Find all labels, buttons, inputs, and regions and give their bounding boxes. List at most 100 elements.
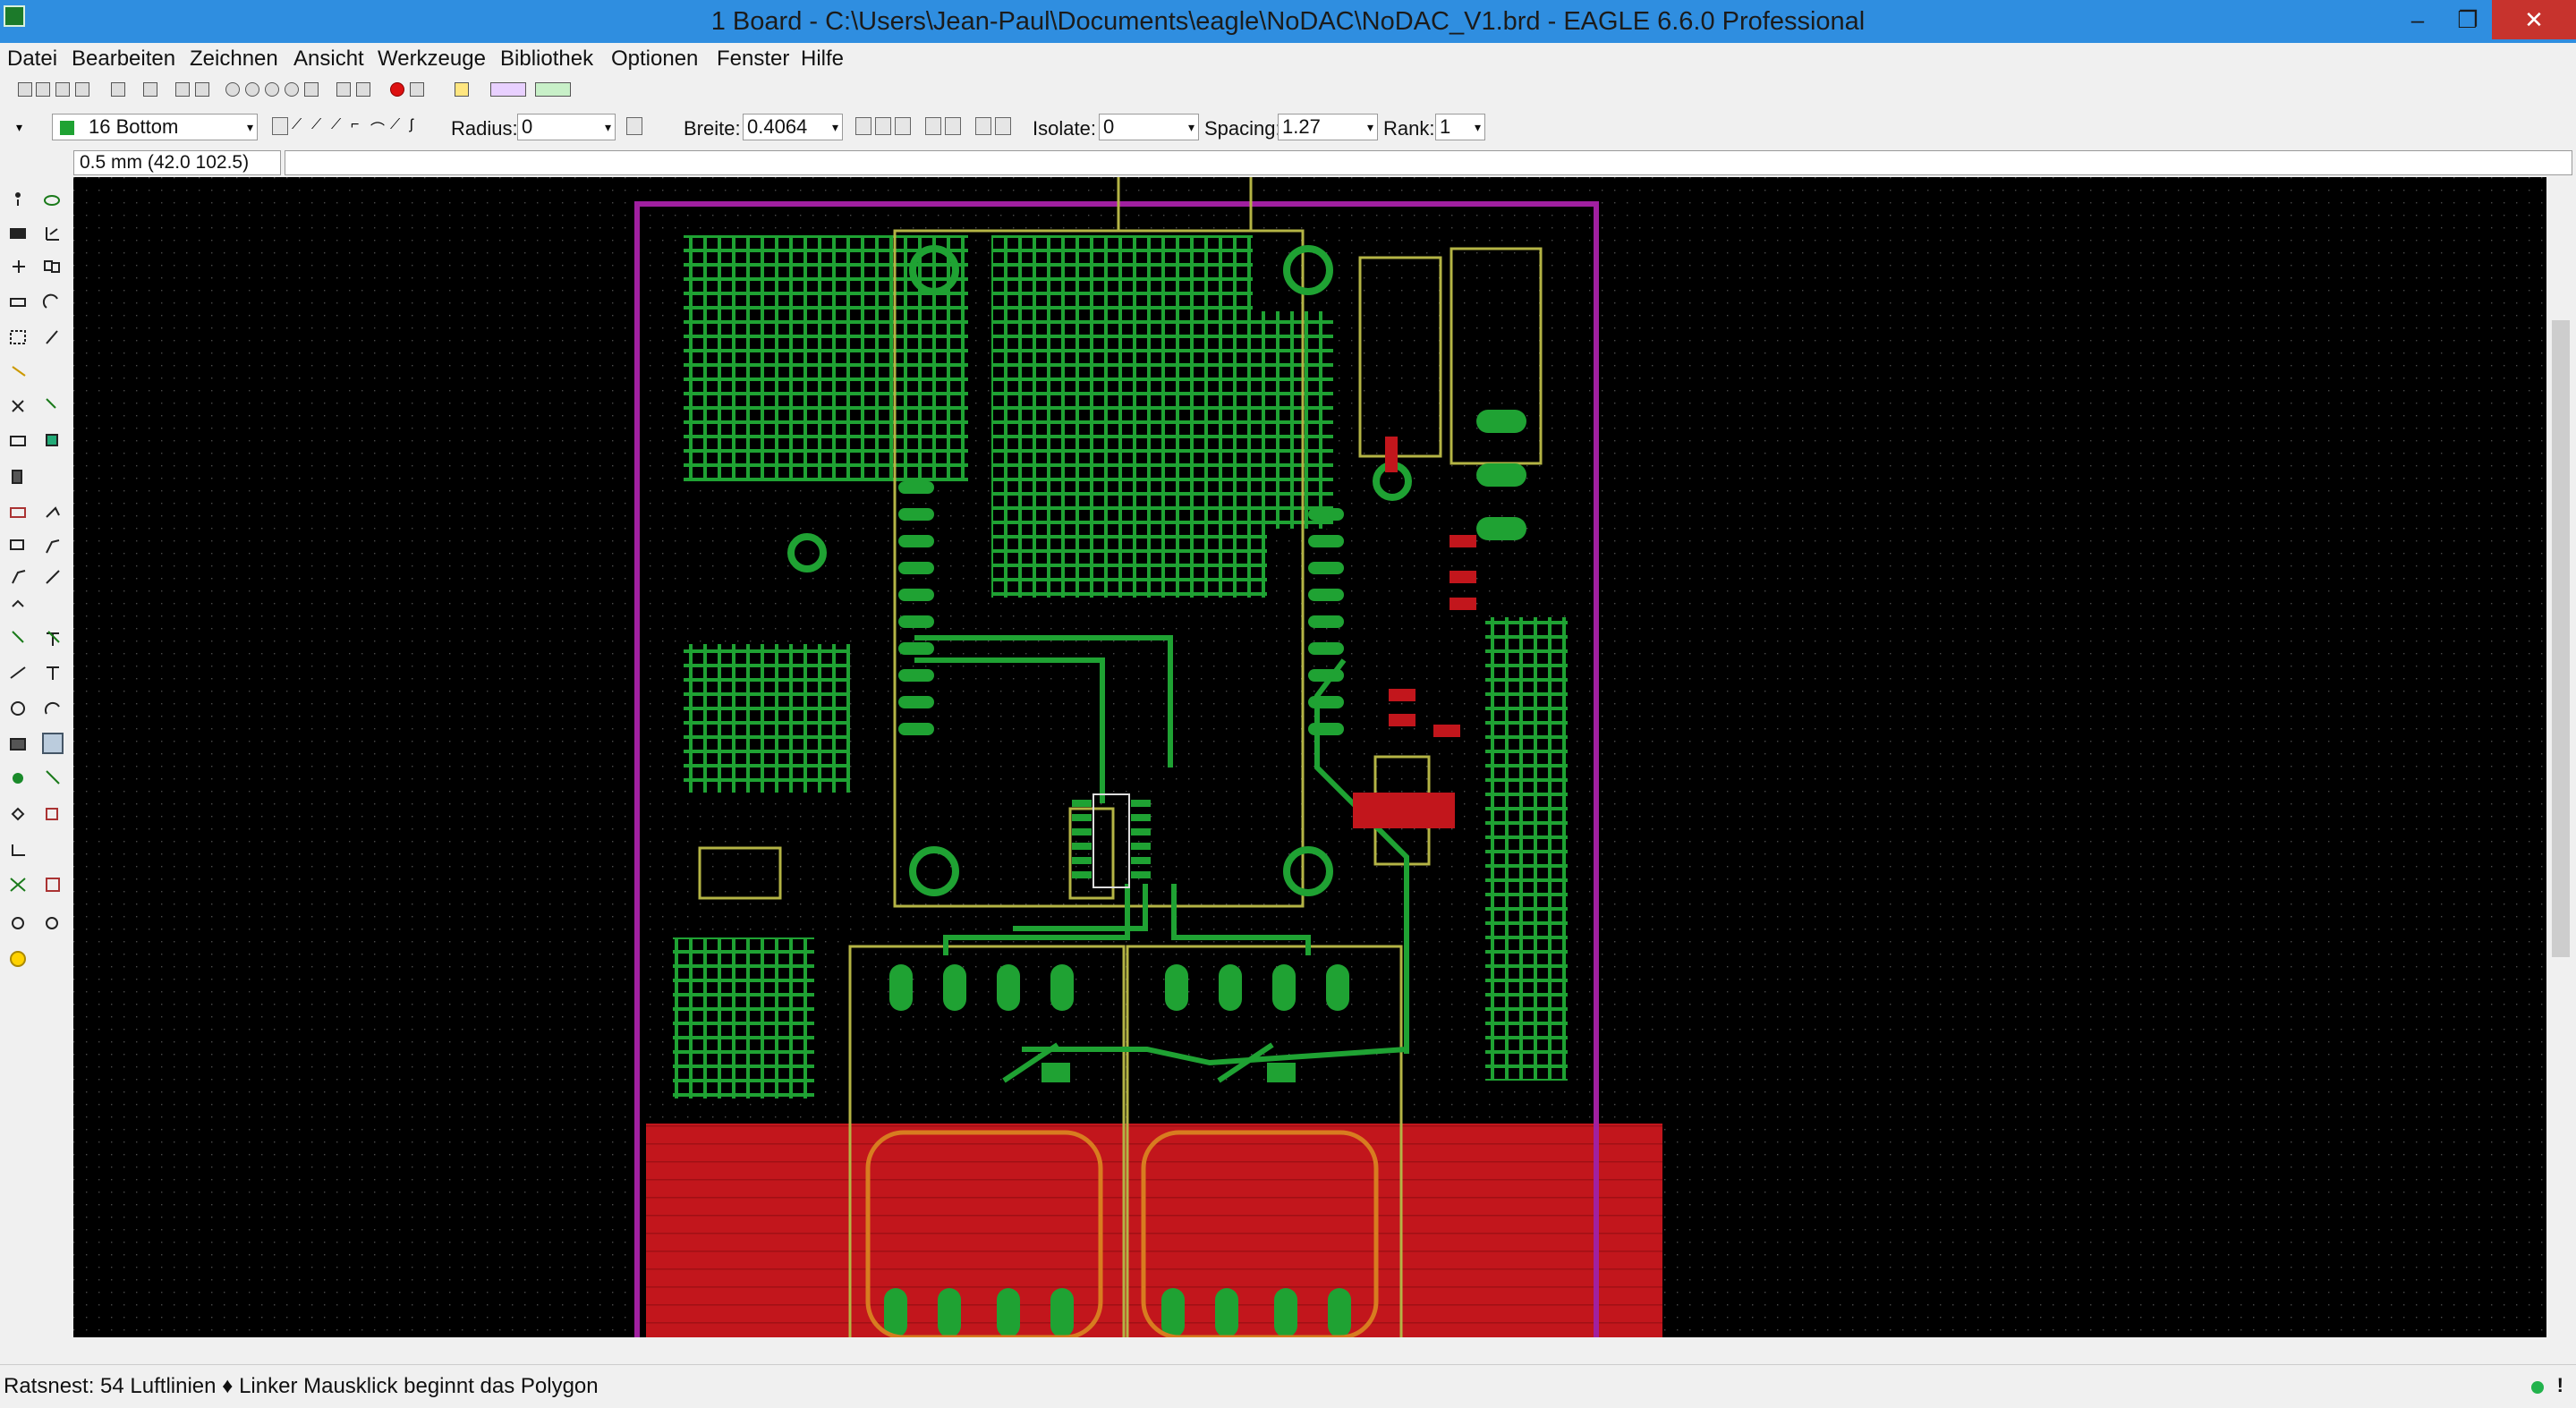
menu-bearbeiten[interactable]: Bearbeiten	[72, 47, 175, 72]
design-link-icon[interactable]	[490, 82, 526, 97]
script-icon[interactable]	[111, 82, 125, 97]
close-button[interactable]: ✕	[2492, 0, 2576, 39]
tool-palette-icons	[10, 192, 64, 967]
signal-icon	[46, 770, 60, 785]
go-icon[interactable]	[410, 82, 424, 97]
save-icon[interactable]	[36, 82, 50, 97]
miter-icon	[46, 539, 60, 554]
minimize-button[interactable]: –	[2389, 0, 2446, 39]
spacing-label: Spacing:	[1204, 117, 1281, 140]
name-icon	[12, 470, 22, 484]
width-label: Breite:	[684, 117, 741, 140]
menu-werkzeuge[interactable]: Werkzeuge	[378, 47, 486, 72]
open-icon[interactable]	[18, 82, 32, 97]
drc-icon	[46, 917, 58, 929]
chevron-down-icon: ▾	[246, 120, 253, 134]
isolate-label: Isolate:	[1033, 117, 1096, 140]
info-icon	[15, 192, 21, 206]
arc-icon	[44, 701, 60, 715]
help-icon[interactable]	[455, 82, 469, 97]
bend-style-4-icon[interactable]: ⌐	[351, 117, 367, 135]
display-icon	[10, 228, 26, 239]
print-icon[interactable]	[55, 82, 70, 97]
board-canvas[interactable]	[73, 177, 2546, 1337]
zoom-redraw-icon[interactable]	[285, 82, 299, 97]
bottom-copper-pour[interactable]	[646, 1124, 1662, 1337]
bend-style-0-icon[interactable]	[272, 117, 288, 135]
vertical-scrollbar[interactable]	[2546, 177, 2576, 1337]
route-icon	[46, 570, 60, 584]
chevron-down-icon: ▾	[1474, 120, 1481, 134]
pour-hatch-icon[interactable]	[875, 117, 891, 135]
menu-zeichnen[interactable]: Zeichnen	[190, 47, 278, 72]
rank-combo[interactable]: 1 ▾	[1435, 114, 1485, 140]
layer-select[interactable]: 16 Bottom ▾	[52, 114, 258, 140]
bend-style-5-icon[interactable]: ⌒	[370, 117, 387, 138]
delete-icon	[12, 400, 24, 412]
layer-select-value: 16 Bottom	[89, 115, 179, 138]
bend-style-2-icon[interactable]: ⟋	[311, 117, 327, 135]
menu-fenster[interactable]: Fenster	[717, 47, 789, 72]
bend-style-6-icon[interactable]: ⟋	[390, 117, 406, 135]
errors-icon	[10, 951, 26, 967]
ratsnest-icon	[10, 878, 26, 892]
orphans-off-icon[interactable]	[945, 117, 961, 135]
attribute-icon	[46, 808, 58, 820]
menu-hilfe[interactable]: Hilfe	[801, 47, 844, 72]
rect-icon	[10, 738, 26, 751]
bend-style-1-icon[interactable]: ⟋	[292, 117, 308, 135]
miter-round-icon[interactable]	[626, 117, 642, 135]
bend-style-7-icon[interactable]: ʃ	[410, 117, 426, 135]
circle-icon	[11, 701, 25, 716]
maximize-button[interactable]: ❐	[2439, 0, 2496, 39]
status-message: Ratsnest: 54 Luftlinien ♦ Linker Mauskli…	[4, 1374, 599, 1398]
autorouter-icon	[46, 878, 60, 892]
bend-style-3-icon[interactable]: ⟋	[331, 117, 347, 135]
isolate-combo[interactable]: 0 ▾	[1099, 114, 1199, 140]
command-bar: 0.5 mm (42.0 102.5)	[0, 148, 2576, 177]
stop-icon[interactable]	[390, 82, 404, 97]
width-combo[interactable]: 0.4064 ▾	[743, 114, 843, 140]
menu-ansicht[interactable]: Ansicht	[293, 47, 364, 72]
cam-icon[interactable]	[75, 82, 89, 97]
zoom-select-icon[interactable]	[304, 82, 319, 97]
spacing-combo-value: 1.27	[1282, 115, 1321, 138]
rank-label: Rank:	[1383, 117, 1435, 140]
chevron-down-icon: ▾	[1187, 120, 1194, 134]
element14-icon[interactable]	[535, 82, 571, 97]
redo-icon[interactable]	[356, 82, 370, 97]
dropdown-arrow-icon[interactable]: ▾	[16, 120, 30, 134]
pour-cutout-icon[interactable]	[895, 117, 911, 135]
ulp-icon[interactable]	[143, 82, 157, 97]
t-text-icon	[47, 666, 59, 680]
menu-datei[interactable]: Datei	[7, 47, 57, 72]
undo-icon[interactable]	[336, 82, 351, 97]
vertical-scroll-thumb[interactable]	[2552, 320, 2570, 957]
status-indicator[interactable]: !	[2557, 1374, 2563, 1397]
pcb-drawing[interactable]	[73, 177, 2546, 1337]
thermals-on-icon[interactable]	[975, 117, 991, 135]
spacing-combo[interactable]: 1.27 ▾	[1278, 114, 1378, 140]
schematic-icon[interactable]	[195, 82, 209, 97]
menu-optionen[interactable]: Optionen	[611, 47, 698, 72]
value-icon	[10, 507, 26, 518]
erc-icon	[12, 917, 24, 929]
menu-bibliothek[interactable]: Bibliothek	[500, 47, 593, 72]
pour-solid-icon[interactable]	[855, 117, 871, 135]
miter-straight-icon[interactable]	[646, 117, 662, 135]
radius-label: Radius:	[451, 117, 518, 140]
mark-icon	[46, 227, 59, 241]
zoom-fit-icon[interactable]	[225, 82, 240, 97]
show-icon	[44, 195, 60, 206]
rotate-icon	[42, 293, 58, 309]
command-input[interactable]	[285, 150, 2572, 175]
thermals-off-icon[interactable]	[995, 117, 1011, 135]
orphans-on-icon[interactable]	[925, 117, 941, 135]
tool-palette	[0, 177, 73, 1337]
radius-combo[interactable]: 0 ▾	[517, 114, 616, 140]
zoom-out-icon[interactable]	[265, 82, 279, 97]
horizontal-scrollbar[interactable]	[73, 1337, 2546, 1364]
board-icon[interactable]	[175, 82, 190, 97]
zoom-in-icon[interactable]	[245, 82, 259, 97]
coordinate-display: 0.5 mm (42.0 102.5)	[73, 150, 281, 175]
